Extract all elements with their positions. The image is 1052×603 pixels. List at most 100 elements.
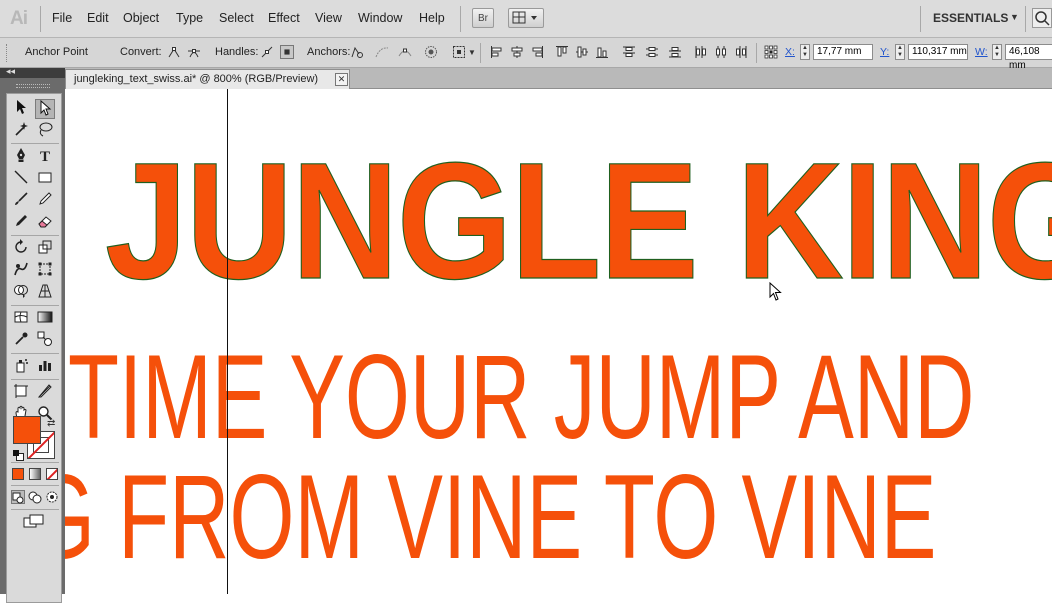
eyedropper-icon bbox=[15, 332, 28, 345]
menu-effect[interactable]: Effect bbox=[268, 11, 300, 25]
align-bottom-icon[interactable] bbox=[595, 45, 609, 59]
lasso-tool[interactable] bbox=[35, 121, 55, 141]
control-bar: Anchor Point Convert: Handles: Anchors: … bbox=[0, 38, 1052, 71]
menu-object[interactable]: Object bbox=[123, 11, 159, 25]
magic-wand-tool[interactable] bbox=[11, 121, 31, 141]
draw-inside-button[interactable] bbox=[45, 490, 59, 504]
shape-builder-tool[interactable] bbox=[11, 283, 31, 303]
distribute-vertical-center-icon[interactable] bbox=[645, 45, 659, 59]
pen-tool[interactable] bbox=[11, 147, 31, 167]
bridge-button[interactable]: Br bbox=[472, 8, 494, 28]
reference-point-icon[interactable] bbox=[764, 45, 778, 59]
rectangle-icon bbox=[38, 172, 52, 183]
menu-select[interactable]: Select bbox=[219, 11, 254, 25]
blob-brush-tool[interactable] bbox=[11, 213, 31, 233]
w-label[interactable]: W: bbox=[975, 46, 988, 58]
distribute-horizontal-center-icon[interactable] bbox=[714, 45, 728, 59]
convert-to-smooth-icon[interactable] bbox=[187, 45, 201, 59]
column-graph-tool[interactable] bbox=[35, 357, 55, 377]
pencil-tool[interactable] bbox=[35, 191, 55, 211]
distribute-top-icon[interactable] bbox=[622, 45, 636, 59]
chevron-down-icon[interactable]: ▼ bbox=[468, 48, 476, 57]
distribute-left-icon[interactable] bbox=[694, 45, 708, 59]
slice-tool[interactable] bbox=[35, 383, 55, 403]
eraser-tool[interactable] bbox=[35, 213, 55, 233]
gradient-mode-button[interactable] bbox=[29, 468, 41, 480]
convert-to-corner-icon[interactable] bbox=[167, 45, 181, 59]
menu-window[interactable]: Window bbox=[358, 11, 402, 25]
mesh-tool[interactable] bbox=[11, 309, 31, 329]
menu-help[interactable]: Help bbox=[419, 11, 445, 25]
arrange-documents-button[interactable] bbox=[508, 8, 544, 28]
show-handles-icon[interactable] bbox=[260, 45, 274, 59]
pen-icon bbox=[17, 148, 25, 162]
y-stepper[interactable]: ▲ ▼ bbox=[895, 44, 905, 60]
x-stepper[interactable]: ▲ ▼ bbox=[800, 44, 810, 60]
paintbrush-tool[interactable] bbox=[11, 191, 31, 211]
tools-panel-header[interactable]: ◂◂ bbox=[0, 66, 65, 78]
tagline-line-1[interactable]: TIME YOUR JUMP AND bbox=[68, 337, 974, 457]
document-tab[interactable]: jungleking_text_swiss.ai* @ 800% (RGB/Pr… bbox=[65, 69, 350, 89]
tool-separator bbox=[11, 509, 59, 510]
menu-file[interactable]: File bbox=[52, 11, 72, 25]
none-mode-button[interactable] bbox=[46, 468, 58, 480]
fill-swatch[interactable] bbox=[13, 416, 41, 444]
draw-normal-button[interactable] bbox=[11, 490, 25, 504]
collapse-icon[interactable]: ◂◂ bbox=[6, 66, 15, 77]
workspace-switcher[interactable]: ESSENTIALS bbox=[933, 11, 1008, 25]
rotate-tool[interactable] bbox=[11, 239, 31, 259]
type-tool[interactable]: T bbox=[35, 147, 55, 167]
scale-tool[interactable] bbox=[35, 239, 55, 259]
eyedropper-tool[interactable] bbox=[11, 331, 31, 351]
symbol-sprayer-tool[interactable] bbox=[11, 357, 31, 377]
cut-path-icon[interactable] bbox=[398, 45, 412, 59]
y-label[interactable]: Y: bbox=[880, 46, 889, 58]
control-bar-grip[interactable] bbox=[6, 44, 10, 62]
x-label[interactable]: X: bbox=[785, 46, 795, 58]
align-vertical-center-icon[interactable] bbox=[575, 45, 589, 59]
align-left-icon[interactable] bbox=[490, 45, 504, 59]
convert-label: Convert: bbox=[120, 46, 162, 58]
remove-anchor-icon[interactable] bbox=[350, 45, 364, 59]
chevron-down-icon[interactable]: ▼ bbox=[1010, 12, 1019, 22]
menu-view[interactable]: View bbox=[315, 11, 342, 25]
rectangle-tool[interactable] bbox=[35, 169, 55, 189]
hide-handles-icon[interactable] bbox=[280, 45, 294, 59]
free-transform-tool[interactable] bbox=[35, 261, 55, 281]
align-top-icon[interactable] bbox=[555, 45, 569, 59]
tagline-line-2[interactable]: G FROM VINE TO VINE bbox=[65, 457, 936, 577]
swap-fill-stroke-icon[interactable]: ⇄ bbox=[47, 418, 55, 429]
menu-edit[interactable]: Edit bbox=[87, 11, 109, 25]
distribute-bottom-icon[interactable] bbox=[668, 45, 682, 59]
y-field[interactable]: 110,317 mm bbox=[908, 44, 968, 60]
perspective-grid-tool[interactable] bbox=[35, 283, 55, 303]
isolate-icon[interactable] bbox=[424, 45, 438, 59]
gradient-tool[interactable] bbox=[35, 309, 55, 329]
artboard-tool[interactable] bbox=[11, 383, 31, 403]
artboard-canvas[interactable]: JUNGLE KING TIME YOUR JUMP AND G FROM VI… bbox=[65, 89, 1052, 594]
align-to-selection-icon[interactable] bbox=[452, 45, 466, 59]
screen-mode-button[interactable] bbox=[23, 514, 45, 528]
blend-tool[interactable] bbox=[35, 331, 55, 351]
distribute-right-icon[interactable] bbox=[734, 45, 748, 59]
align-right-icon[interactable] bbox=[530, 45, 544, 59]
color-mode-button[interactable] bbox=[12, 468, 24, 480]
search-field[interactable] bbox=[1032, 8, 1052, 28]
headline-text[interactable]: JUNGLE KING bbox=[104, 138, 1052, 305]
panel-grip[interactable] bbox=[16, 84, 50, 88]
menu-type[interactable]: Type bbox=[176, 11, 203, 25]
w-stepper[interactable]: ▲ ▼ bbox=[992, 44, 1002, 60]
default-fill-stroke-icon[interactable] bbox=[13, 450, 24, 461]
connect-paths-icon[interactable] bbox=[375, 45, 389, 59]
close-icon[interactable]: ✕ bbox=[335, 73, 348, 86]
w-field[interactable]: 46,108 mm bbox=[1005, 44, 1052, 71]
vertical-guide[interactable] bbox=[227, 89, 228, 594]
eraser-icon bbox=[38, 216, 52, 228]
draw-behind-button[interactable] bbox=[28, 490, 42, 504]
warp-tool[interactable] bbox=[11, 261, 31, 281]
x-field[interactable]: 17,77 mm bbox=[813, 44, 873, 60]
selection-tool[interactable] bbox=[11, 99, 31, 119]
align-horizontal-center-icon[interactable] bbox=[510, 45, 524, 59]
direct-selection-tool[interactable] bbox=[35, 99, 55, 119]
line-segment-tool[interactable] bbox=[11, 169, 31, 189]
